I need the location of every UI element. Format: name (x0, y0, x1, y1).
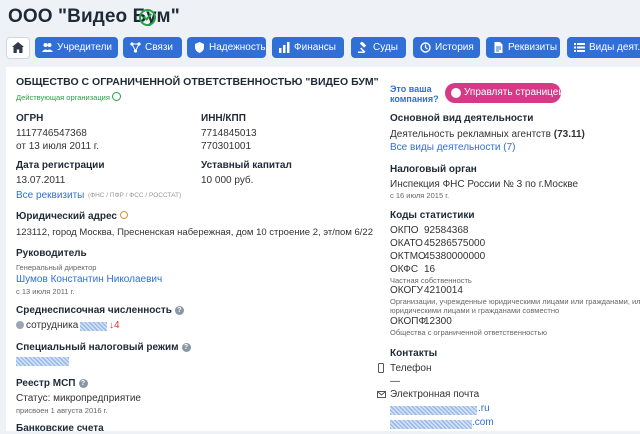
capital-label: Уставный капитал (201, 160, 292, 171)
network-icon (130, 42, 141, 53)
reg-date-value: 13.07.2011 (16, 175, 66, 186)
help-icon[interactable]: ? (78, 379, 88, 388)
requisites-note: (ФНС / ПФР / ФСС / РОССТАТ) (88, 192, 182, 199)
code-okfs-key: ОКФС (390, 264, 419, 275)
okogu-note-1: Организации, учрежденные юридическими ли… (390, 297, 640, 306)
contacts-label: Контакты (390, 348, 438, 359)
status-check-icon (111, 92, 121, 101)
msp-date: присвоен 1 августа 2016 г. (16, 406, 108, 415)
tab-requisites[interactable]: Реквизиты (486, 37, 560, 58)
tab-activities[interactable]: Виды деят. (567, 37, 640, 58)
staff-label: Среднесписочная численность? (16, 305, 184, 316)
phone-icon (378, 363, 384, 373)
inn-label: ИНН/КПП (201, 113, 246, 124)
okopf-note: Общества с ограниченной ответственностью (390, 328, 547, 337)
stat-codes-label: Коды статистики (390, 210, 475, 221)
hidden-tax-mode[interactable] (16, 357, 69, 366)
msp-label: Реестр МСП? (16, 378, 88, 389)
title-bar: ООО "Видео Бум" (0, 0, 640, 34)
company-full-name: ОБЩЕСТВО С ОГРАНИЧЕННОЙ ОТВЕТСТВЕННОСТЬЮ… (16, 76, 379, 88)
home-button[interactable] (6, 37, 30, 59)
tab-founders[interactable]: Учредители (35, 37, 118, 58)
code-okogu-value: 4210014 (424, 285, 463, 296)
chart-icon (279, 42, 290, 53)
owner-question-2[interactable]: компания? (390, 94, 439, 104)
reg-date-label: Дата регистрации (16, 160, 105, 171)
tab-finance[interactable]: Финансы (272, 37, 344, 58)
code-oktmo-value: 45380000000 (424, 251, 486, 262)
code-okato-key: ОКАТО (390, 238, 423, 249)
email-1-domain[interactable]: .ru (478, 403, 490, 414)
code-oktmo-key: ОКТМО (390, 251, 426, 262)
activity-value: Деятельность рекламных агентств (73.11) (390, 129, 585, 140)
ogrn-date: от 13 июля 2011 г. (16, 141, 99, 152)
kpp-value: 770301001 (201, 141, 252, 152)
tab-courts[interactable]: Суды (351, 37, 406, 58)
code-okopf-key: ОКОПФ (390, 316, 427, 327)
code-okpo-key: ОКПО (390, 225, 419, 236)
tax-office-label: Налоговый орган (390, 164, 477, 175)
capital-value: 10 000 руб. (201, 175, 254, 186)
ogrn-value: 1117746547368 (16, 128, 87, 139)
tab-bar: Учредители Связи Надежность Финансы Суды… (0, 37, 640, 59)
code-okopf-value: 12300 (424, 316, 452, 327)
phone-label: Телефон (390, 363, 432, 374)
address-value: 123112, город Москва, Пресненская набере… (16, 227, 373, 238)
okfs-note: Частная собственность (390, 276, 472, 285)
address-label: Юридический адрес (16, 211, 128, 222)
all-requisites-link[interactable]: Все реквизиты (16, 190, 84, 201)
tab-reliability[interactable]: Надежность (187, 37, 266, 58)
tab-history[interactable]: История (413, 37, 480, 58)
tax-mode-label: Специальный налоговый режим? (16, 342, 191, 353)
all-activities-link[interactable]: Все виды деятельности (7) (390, 142, 516, 153)
code-okogu-key: ОКОГУ (390, 285, 424, 296)
tax-office-date: с 16 июля 2015 г. (390, 191, 450, 200)
hidden-email-2[interactable] (390, 420, 472, 429)
verified-check-icon (139, 9, 156, 26)
owner-question-1[interactable]: Это ваша (390, 84, 432, 94)
inn-value: 7714845013 (201, 128, 257, 139)
hidden-year[interactable] (80, 322, 107, 331)
code-okato-value: 45286575000 (424, 238, 486, 249)
email-label: Электронная почта (390, 389, 480, 400)
email-2-domain[interactable]: .com (472, 417, 494, 428)
staff-delta: ↓4 (109, 320, 120, 331)
code-okfs-value: 16 (424, 264, 436, 275)
shield-icon (195, 42, 204, 53)
code-okpo-value: 92584368 (424, 225, 469, 236)
gavel-icon (358, 42, 367, 53)
info-warning-icon (119, 211, 128, 219)
list-icon (574, 43, 585, 52)
head-name-link[interactable]: Шумов Константин Николаевич (16, 274, 162, 285)
person-icon (16, 321, 24, 329)
company-card: ОБЩЕСТВО С ОГРАНИЧЕННОЙ ОТВЕТСТВЕННОСТЬЮ… (6, 67, 640, 434)
manage-page-button[interactable]: Управлять страницей (445, 83, 564, 103)
status-badge: Действующая организация (16, 92, 121, 102)
home-icon (12, 42, 24, 53)
people-icon (42, 43, 53, 52)
hidden-email-1[interactable] (390, 406, 477, 415)
tax-office-value: Инспекция ФНС России № 3 по г.Москве (390, 179, 579, 190)
head-label: Руководитель (16, 248, 87, 259)
clock-icon (420, 42, 431, 53)
staff-value: сотрудника в (16, 320, 86, 331)
head-date: с 13 июля 2011 г. (16, 287, 75, 296)
help-icon[interactable]: ? (181, 343, 191, 352)
msp-status: Статус: микропредприятие (16, 393, 141, 404)
phone-value: — (390, 376, 400, 387)
head-role: Генеральный директор (16, 263, 97, 272)
email-icon (377, 391, 386, 398)
activity-label: Основной вид деятельности (390, 113, 534, 124)
okogu-note-2: юридическими лицами и гражданами совмест… (390, 306, 560, 315)
help-icon[interactable]: ? (174, 306, 184, 315)
bank-label: Банковские счета (16, 423, 104, 434)
document-icon (494, 42, 503, 53)
ogrn-label: ОГРН (16, 113, 44, 124)
tab-links[interactable]: Связи (123, 37, 182, 58)
